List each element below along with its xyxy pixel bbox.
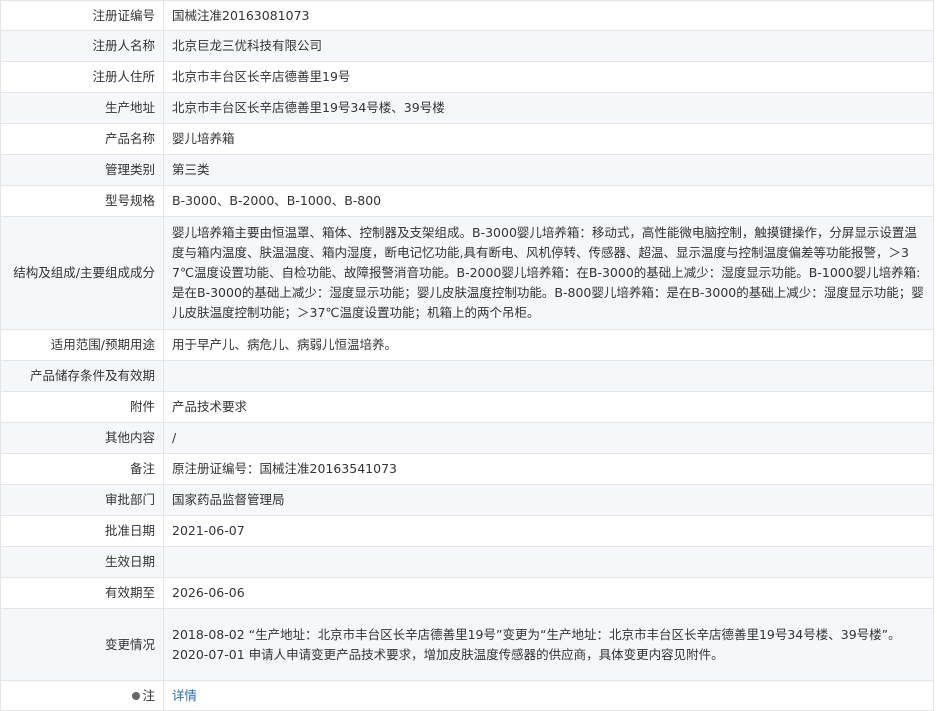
label-effective-date: 生效日期 — [0, 546, 164, 578]
value-storage — [163, 360, 934, 392]
label-valid-until: 有效期至 — [0, 577, 164, 609]
label-category: 管理类别 — [0, 154, 164, 186]
value-note: 详情 — [163, 680, 934, 711]
details-link[interactable]: 详情 — [172, 688, 197, 703]
label-approval-dept: 审批部门 — [0, 484, 164, 516]
label-note: 注 — [0, 680, 164, 711]
value-other: / — [163, 422, 934, 454]
note-bullet-icon — [132, 691, 141, 700]
value-registrant-name: 北京巨龙三优科技有限公司 — [163, 30, 934, 62]
row-note: 注 详情 — [0, 680, 934, 711]
label-reg-no: 注册证编号 — [0, 0, 164, 31]
label-remarks: 备注 — [0, 453, 164, 485]
value-approval-dept: 国家药品监督管理局 — [163, 484, 934, 516]
value-production-address: 北京市丰台区长辛店德善里19号34号楼、39号楼 — [163, 92, 934, 124]
label-model: 型号规格 — [0, 185, 164, 217]
row-approval-date: 批准日期 2021-06-07 — [0, 515, 934, 547]
row-remarks: 备注 原注册证编号：国械注准20163541073 — [0, 453, 934, 485]
label-storage: 产品储存条件及有效期 — [0, 360, 164, 392]
label-registrant-name: 注册人名称 — [0, 30, 164, 62]
note-label-text: 注 — [142, 687, 155, 703]
value-intended-use: 用于早产儿、病危儿、病弱儿恒温培养。 — [163, 329, 934, 361]
row-registrant-address: 注册人住所 北京市丰台区长辛店德善里19号 — [0, 61, 934, 93]
row-registrant-name: 注册人名称 北京巨龙三优科技有限公司 — [0, 30, 934, 62]
label-production-address: 生产地址 — [0, 92, 164, 124]
label-registrant-address: 注册人住所 — [0, 61, 164, 93]
label-product-name: 产品名称 — [0, 123, 164, 155]
label-other: 其他内容 — [0, 422, 164, 454]
value-effective-date — [163, 546, 934, 578]
row-other: 其他内容 / — [0, 422, 934, 454]
label-changes: 变更情况 — [0, 608, 164, 681]
row-intended-use: 适用范围/预期用途 用于早产儿、病危儿、病弱儿恒温培养。 — [0, 329, 934, 361]
value-remarks: 原注册证编号：国械注准20163541073 — [163, 453, 934, 485]
label-approval-date: 批准日期 — [0, 515, 164, 547]
value-changes: 2018-08-02 “生产地址：北京市丰台区长辛店德善里19号”变更为“生产地… — [163, 608, 934, 681]
value-category: 第三类 — [163, 154, 934, 186]
row-storage: 产品储存条件及有效期 — [0, 360, 934, 392]
row-product-name: 产品名称 婴儿培养箱 — [0, 123, 934, 155]
row-valid-until: 有效期至 2026-06-06 — [0, 577, 934, 609]
value-reg-no: 国械注准20163081073 — [163, 0, 934, 31]
row-structure: 结构及组成/主要组成成分 婴儿培养箱主要由恒温罩、箱体、控制器及支架组成。B-3… — [0, 216, 934, 330]
label-structure: 结构及组成/主要组成成分 — [0, 216, 164, 330]
row-model: 型号规格 B-3000、B-2000、B-1000、B-800 — [0, 185, 934, 217]
registration-detail-table: 注册证编号 国械注准20163081073 注册人名称 北京巨龙三优科技有限公司… — [0, 0, 934, 711]
row-reg-no: 注册证编号 国械注准20163081073 — [0, 0, 934, 31]
row-changes: 变更情况 2018-08-02 “生产地址：北京市丰台区长辛店德善里19号”变更… — [0, 608, 934, 681]
row-category: 管理类别 第三类 — [0, 154, 934, 186]
value-model: B-3000、B-2000、B-1000、B-800 — [163, 185, 934, 217]
change-entry: 2020-07-01 申请人申请变更产品技术要求，增加皮肤温度传感器的供应商，具… — [172, 646, 724, 662]
value-attachment: 产品技术要求 — [163, 391, 934, 423]
row-attachment: 附件 产品技术要求 — [0, 391, 934, 423]
value-valid-until: 2026-06-06 — [163, 577, 934, 609]
value-registrant-address: 北京市丰台区长辛店德善里19号 — [163, 61, 934, 93]
row-effective-date: 生效日期 — [0, 546, 934, 578]
label-attachment: 附件 — [0, 391, 164, 423]
value-approval-date: 2021-06-07 — [163, 515, 934, 547]
value-structure: 婴儿培养箱主要由恒温罩、箱体、控制器及支架组成。B-3000婴儿培养箱：移动式，… — [163, 216, 934, 330]
row-production-address: 生产地址 北京市丰台区长辛店德善里19号34号楼、39号楼 — [0, 92, 934, 124]
row-approval-dept: 审批部门 国家药品监督管理局 — [0, 484, 934, 516]
change-entry: 2018-08-02 “生产地址：北京市丰台区长辛店德善里19号”变更为“生产地… — [172, 626, 901, 642]
label-intended-use: 适用范围/预期用途 — [0, 329, 164, 361]
value-product-name: 婴儿培养箱 — [163, 123, 934, 155]
